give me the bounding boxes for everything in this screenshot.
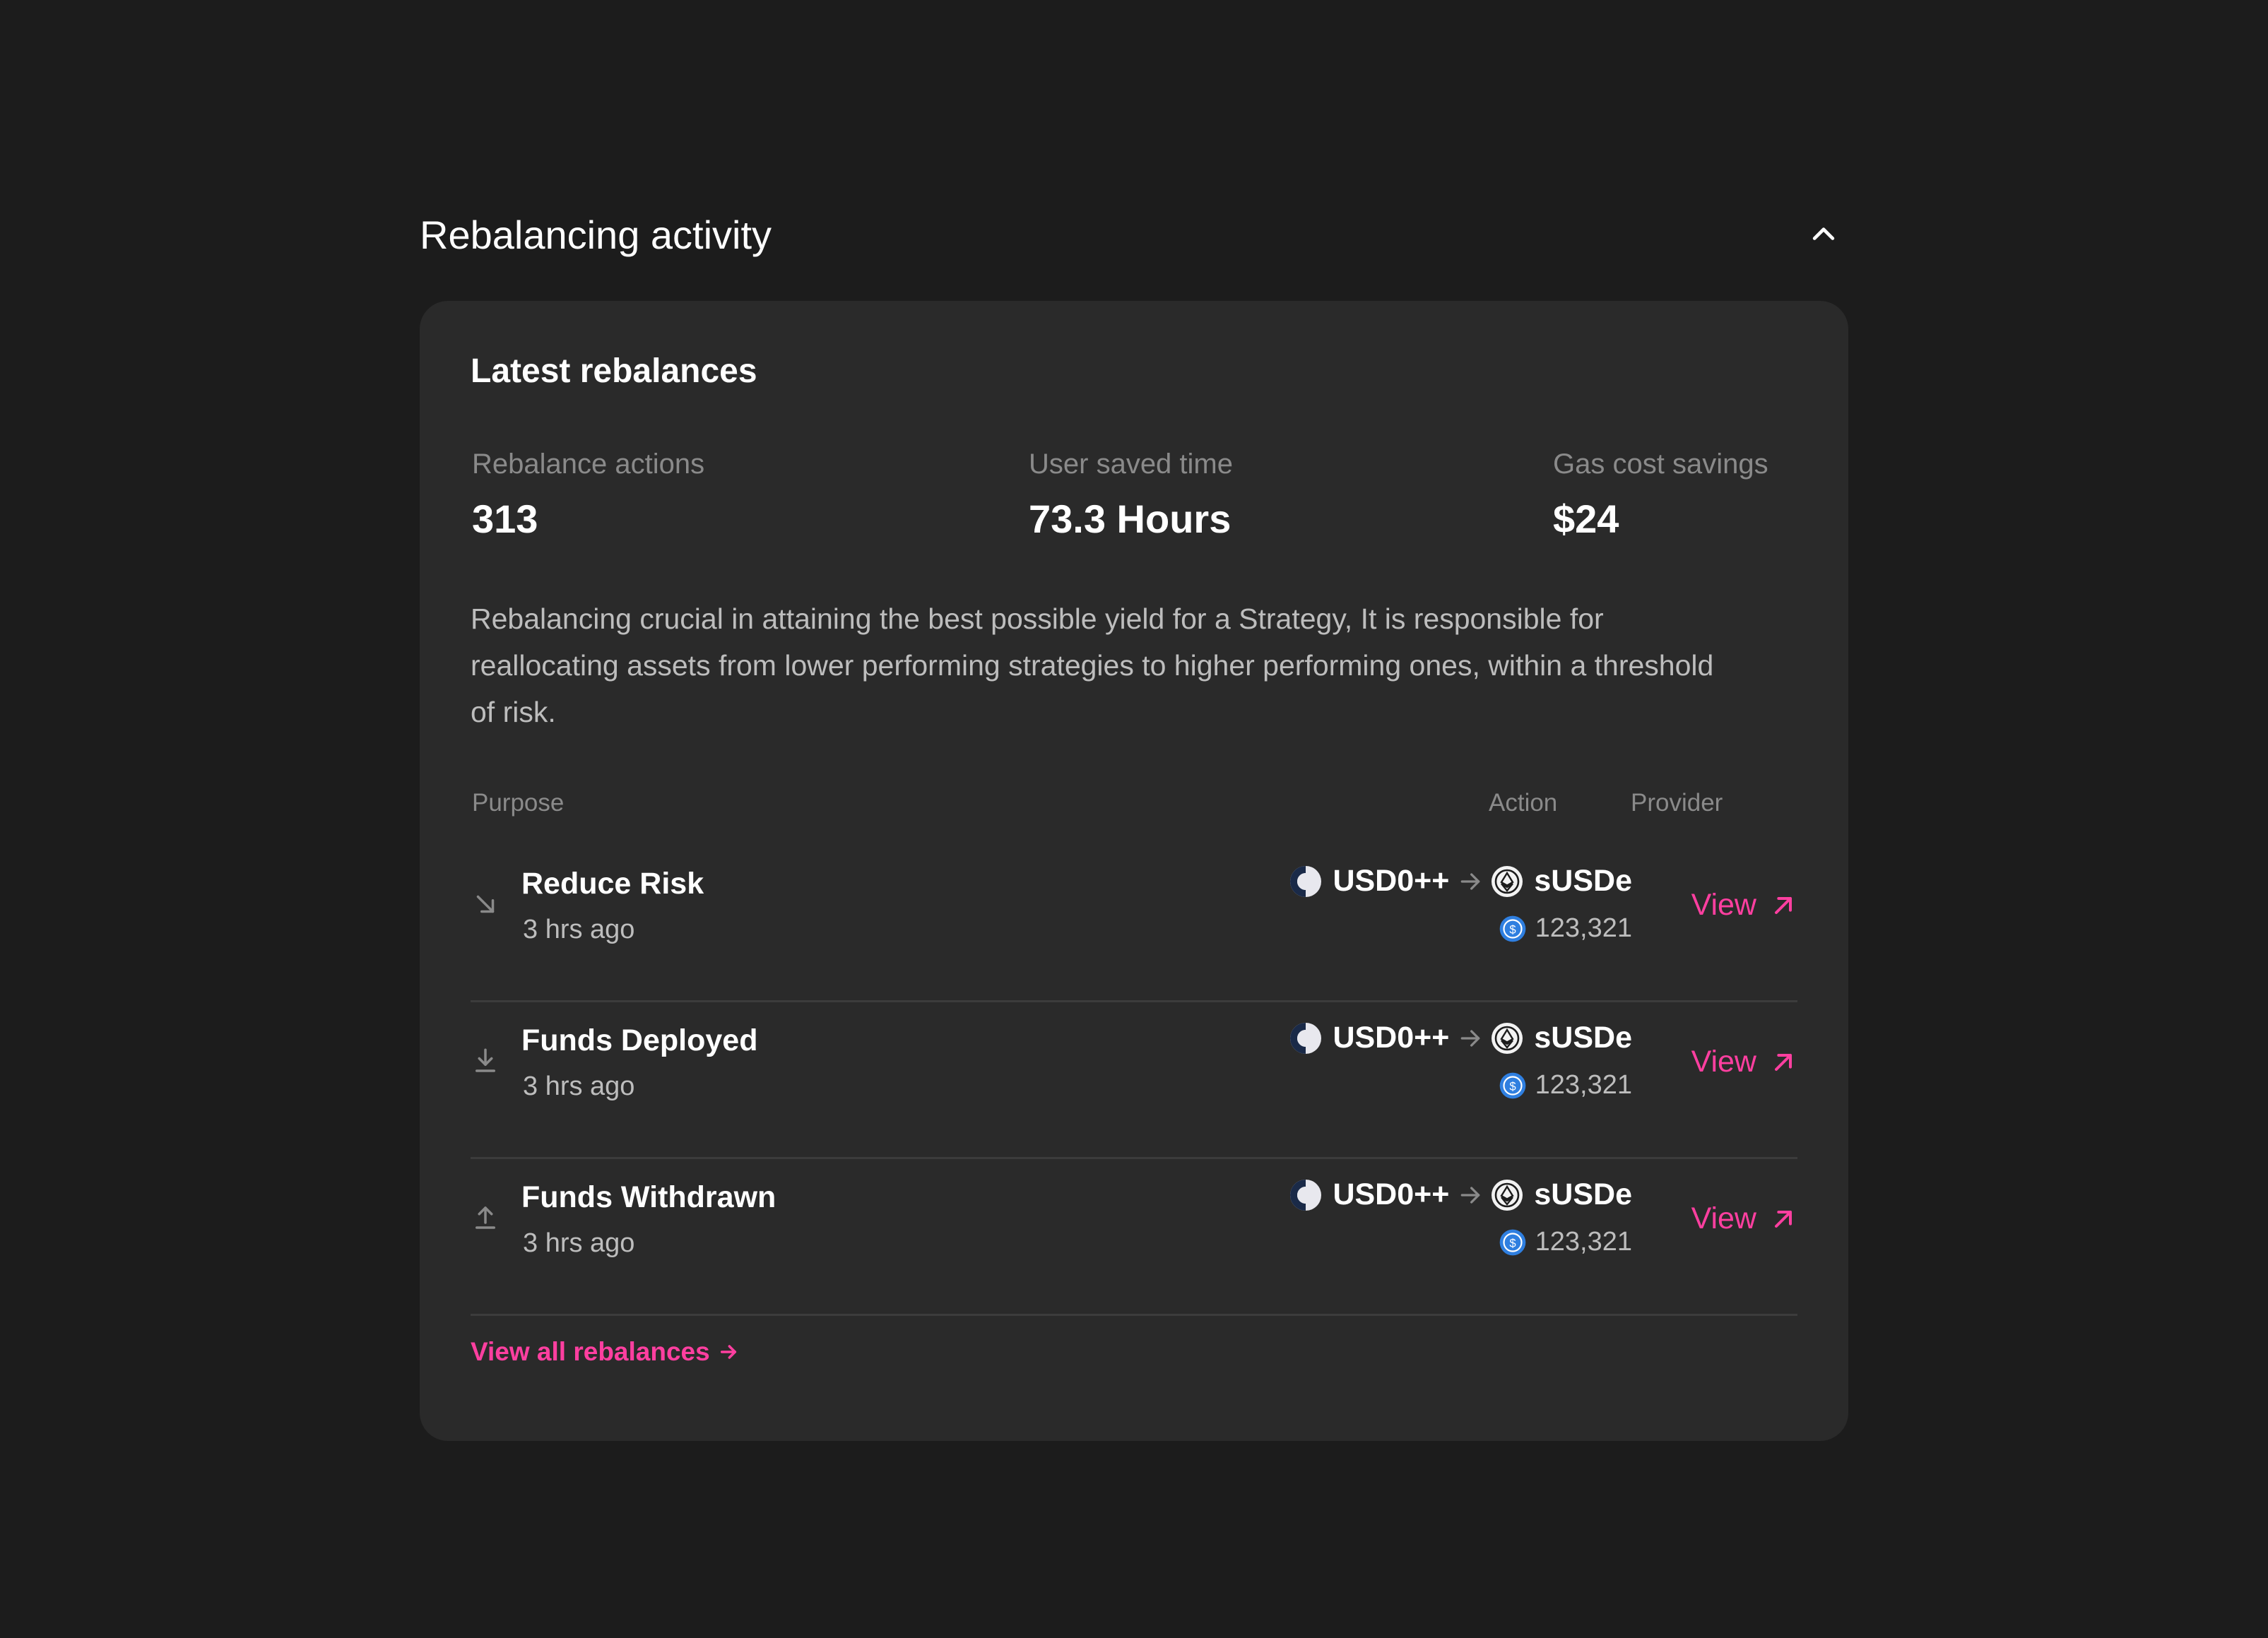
purpose-time: 3 hrs ago <box>523 1072 635 1101</box>
upload-icon <box>476 1206 495 1229</box>
svg-text:$: $ <box>1509 1236 1516 1250</box>
from-token: USD0++ <box>1333 1177 1450 1211</box>
usdc-coin-icon: $ <box>1499 1229 1525 1255</box>
purpose-time: 3 hrs ago <box>523 915 635 944</box>
external-link-arrow-icon <box>1775 1053 1792 1071</box>
table-row: Funds Withdrawn 3 hrs ago USD0++ sUSDe $… <box>471 1159 1797 1316</box>
description-text: Rebalancing crucial in attaining the bes… <box>471 603 1714 728</box>
header-purpose: Purpose <box>472 789 565 817</box>
rebalance-table: Reduce Risk 3 hrs ago USD0++ sUSDe $ 123… <box>471 845 1797 1316</box>
header-provider: Provider <box>1631 789 1723 817</box>
view-all-label: View all rebalances <box>471 1337 710 1366</box>
action-amount: $ 123,321 <box>1499 1070 1632 1100</box>
to-token: sUSDe <box>1534 864 1632 898</box>
action-amount: $ 123,321 <box>1499 913 1632 944</box>
amount-value: 123,321 <box>1535 1070 1632 1100</box>
view-provider-link[interactable]: View <box>1691 1201 1797 1236</box>
purpose-title: Funds Withdrawn <box>521 1180 776 1214</box>
section-header: Rebalancing activity <box>420 199 1848 270</box>
view-all-rebalances-link[interactable]: View all rebalances <box>471 1337 740 1367</box>
view-provider-link[interactable]: View <box>1691 1045 1797 1079</box>
stat-value: 73.3 Hours <box>1029 497 1232 541</box>
stat-gas-cost-savings: Gas cost savings $24 <box>1553 449 1768 542</box>
susde-token-icon <box>1492 1179 1523 1211</box>
stat-rebalance-actions: Rebalance actions 313 <box>472 449 704 542</box>
stat-value: 313 <box>472 497 538 541</box>
header-action: Action <box>1489 789 1558 817</box>
external-link-arrow-icon <box>1775 896 1792 914</box>
amount-value: 123,321 <box>1535 913 1632 943</box>
from-token: USD0++ <box>1333 1021 1450 1055</box>
stat-label: Gas cost savings <box>1553 449 1768 480</box>
collapse-button[interactable] <box>1799 210 1848 259</box>
table-row: Funds Deployed 3 hrs ago USD0++ sUSDe $ … <box>471 1002 1797 1159</box>
arrow-right-icon <box>720 1345 736 1359</box>
stat-user-saved-time: User saved time 73.3 Hours <box>1029 449 1233 542</box>
purpose-title: Funds Deployed <box>521 1023 758 1057</box>
usdc-coin-icon: $ <box>1499 915 1525 942</box>
purpose-time: 3 hrs ago <box>523 1228 635 1258</box>
stats-row: Rebalance actions 313 User saved time 73… <box>471 449 1797 542</box>
view-label: View <box>1691 1045 1756 1079</box>
table-row: Reduce Risk 3 hrs ago USD0++ sUSDe $ 123… <box>471 845 1797 1002</box>
svg-text:$: $ <box>1509 922 1516 936</box>
section-title: Rebalancing activity <box>420 212 772 257</box>
view-label: View <box>1691 1201 1756 1235</box>
latest-rebalances-card: Latest rebalances Rebalance actions 313 … <box>420 301 1848 1441</box>
purpose-title: Reduce Risk <box>521 867 704 901</box>
rebalancing-activity-section: Rebalancing activity Latest rebalances R… <box>420 199 1848 1441</box>
action-swap: USD0++ sUSDe <box>1289 1021 1632 1055</box>
amount-value: 123,321 <box>1535 1227 1632 1257</box>
stat-value: $24 <box>1553 497 1619 541</box>
action-swap: USD0++ sUSDe <box>1289 1177 1632 1212</box>
stat-label: User saved time <box>1029 449 1233 480</box>
usd0-token-icon <box>1290 865 1322 897</box>
view-provider-link[interactable]: View <box>1691 888 1797 922</box>
svg-text:$: $ <box>1509 1079 1516 1093</box>
view-label: View <box>1691 888 1756 922</box>
chevron-up-icon <box>1812 227 1835 240</box>
stat-label: Rebalance actions <box>472 449 705 480</box>
table-header: Purpose Action Provider <box>471 789 1797 824</box>
arrow-right-icon <box>1461 1186 1480 1204</box>
download-icon <box>476 1048 495 1072</box>
arrow-right-icon <box>1461 1029 1480 1047</box>
usd0-token-icon <box>1290 1179 1322 1211</box>
to-token: sUSDe <box>1534 1021 1632 1055</box>
to-token: sUSDe <box>1534 1177 1632 1211</box>
from-token: USD0++ <box>1333 864 1450 898</box>
arrow-down-right-icon <box>476 895 495 913</box>
external-link-arrow-icon <box>1775 1210 1792 1228</box>
susde-token-icon <box>1492 865 1523 897</box>
card-title: Latest rebalances <box>471 352 757 390</box>
action-swap: USD0++ sUSDe <box>1289 864 1632 898</box>
susde-token-icon <box>1492 1022 1523 1054</box>
usd0-token-icon <box>1290 1022 1322 1054</box>
usdc-coin-icon: $ <box>1499 1072 1525 1098</box>
action-amount: $ 123,321 <box>1499 1227 1632 1257</box>
arrow-right-icon <box>1461 872 1480 890</box>
